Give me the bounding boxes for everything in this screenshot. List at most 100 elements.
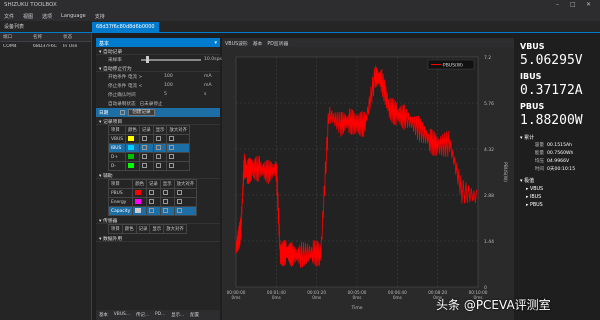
acc-row: 容量 00.1515Ah xyxy=(534,142,573,149)
stop-confirm-row: 停止确认时间 5 s xyxy=(108,92,207,98)
section-auto-stop[interactable]: ▾ 自动停止行为 xyxy=(96,64,220,72)
device-list-tab[interactable]: 设备列表 xyxy=(0,23,88,32)
minmax-vbus[interactable]: ▸ VBUS xyxy=(520,187,600,192)
color-swatch[interactable] xyxy=(135,190,142,195)
minmax-pbus[interactable]: ▸ PBUS xyxy=(520,203,600,208)
menu-support[interactable]: 支持 xyxy=(95,13,105,21)
chart-tab-basic[interactable]: 基本 xyxy=(253,40,263,47)
minmax-ibus[interactable]: ▸ IBUS xyxy=(520,195,600,200)
pbus-data-point xyxy=(380,78,382,80)
menu-bar: 文件 视图 选项 Language 支持 xyxy=(0,11,600,21)
color-swatch[interactable] xyxy=(128,163,135,168)
maximize-icon[interactable]: □ xyxy=(570,1,576,8)
bottom-tab-bar: 基本 VBUS... 传记... PD... 显示... 配置 xyxy=(96,310,220,320)
chart-tab-pd[interactable]: PD监听器 xyxy=(267,40,288,47)
bottom-tab-pd[interactable]: PD... xyxy=(155,312,165,318)
section-sensor[interactable]: ▾ 传感器 xyxy=(96,216,220,224)
section-data-export[interactable]: ▾ 数据外用 xyxy=(96,234,220,242)
zoom-checkbox[interactable] xyxy=(169,145,175,150)
col-name[interactable]: 名称 xyxy=(30,34,60,40)
pbus-chart[interactable]: 7.25.764.322.881.44000:00:000ms00:01:400… xyxy=(222,47,514,320)
dropdown-icon[interactable]: ▾ xyxy=(214,40,217,46)
device-port: COM4 xyxy=(3,44,17,49)
log-checkbox[interactable] xyxy=(120,110,126,115)
minmax-section[interactable]: ▾ 极值 xyxy=(520,177,600,184)
display-checkbox[interactable] xyxy=(155,145,161,150)
record-checkbox[interactable] xyxy=(149,190,154,195)
auto-state-value: 已未录停止 xyxy=(139,101,163,107)
zoom-checkbox[interactable] xyxy=(169,136,175,141)
display-checkbox[interactable] xyxy=(162,190,168,195)
bottom-tab-display[interactable]: 显示... xyxy=(171,312,184,318)
device-row[interactable]: COM4 68D37F6C In Use xyxy=(0,42,91,51)
record-row-vbus[interactable]: VBUS xyxy=(107,134,190,144)
menu-file[interactable]: 文件 xyxy=(4,13,14,21)
zoom-checkbox[interactable] xyxy=(176,190,182,195)
y-tick-label: 1.44 xyxy=(484,239,494,245)
accumulate-section[interactable]: ▾ 累计 xyxy=(520,134,600,141)
log-row: 日期 创建记录 xyxy=(96,108,220,117)
record-checkbox[interactable] xyxy=(149,199,154,204)
display-checkbox[interactable] xyxy=(155,163,161,168)
start-condition-input[interactable]: 100 xyxy=(164,74,173,79)
sample-rate-slider[interactable] xyxy=(141,59,201,61)
stop-condition-input[interactable]: 100 xyxy=(164,83,173,88)
section-auto-record[interactable]: ▾ 自动记录 xyxy=(96,47,220,55)
bottom-tab-vbus[interactable]: VBUS... xyxy=(114,312,130,318)
slider-handle[interactable] xyxy=(146,56,149,63)
bottom-tab-basic[interactable]: 基本 xyxy=(99,312,108,318)
aux-row-pbus[interactable]: PBUS xyxy=(107,188,198,198)
pbus-data-point xyxy=(396,113,398,116)
record-row-dminus[interactable]: D- xyxy=(107,161,190,171)
device-list-panel: 端口 名称 状态 COM4 68D37F6C In Use xyxy=(0,33,92,320)
display-checkbox[interactable] xyxy=(162,199,168,204)
pbus-data-point xyxy=(275,168,277,170)
col-port[interactable]: 端口 xyxy=(0,34,30,40)
minimize-icon[interactable]: – xyxy=(556,1,559,8)
color-swatch[interactable] xyxy=(128,136,135,141)
color-swatch[interactable] xyxy=(128,145,135,150)
chart-tab-vbus[interactable]: VBUS波形 xyxy=(225,40,248,47)
pbus-data-point xyxy=(246,171,248,173)
menu-options[interactable]: 选项 xyxy=(42,13,52,21)
record-items-header: 项目 颜色 记录 显示 放大对齐 xyxy=(107,125,190,135)
col-status[interactable]: 状态 xyxy=(60,34,90,40)
zoom-checkbox[interactable] xyxy=(169,163,175,168)
record-checkbox[interactable] xyxy=(141,145,147,150)
display-checkbox[interactable] xyxy=(162,208,168,213)
record-checkbox[interactable] xyxy=(141,154,147,159)
record-row-dplus[interactable]: D+ xyxy=(107,152,190,162)
close-icon[interactable]: ✕ xyxy=(586,1,591,8)
menu-view[interactable]: 视图 xyxy=(23,13,33,21)
x-tick-label: 0ms xyxy=(272,295,281,300)
sensor-table: 项目 颜色 记录 显示 放大对齐 xyxy=(108,224,187,234)
record-checkbox[interactable] xyxy=(141,136,147,141)
color-swatch[interactable] xyxy=(135,208,142,213)
file-tab[interactable]: 68d37f6c80d8d6b0000 xyxy=(92,22,159,33)
menu-language[interactable]: Language xyxy=(61,13,86,21)
bottom-tab-config[interactable]: 配置 xyxy=(190,312,199,318)
color-swatch[interactable] xyxy=(135,199,142,204)
vbus-value: 5.06295V xyxy=(520,53,583,68)
acc-row: 能量 00.7560Wh xyxy=(534,150,574,157)
record-checkbox[interactable] xyxy=(149,208,154,213)
pbus-data-point xyxy=(267,171,269,173)
section-aux[interactable]: ▾ 辅助 xyxy=(96,171,220,179)
record-checkbox[interactable] xyxy=(141,163,147,168)
stop-confirm-input[interactable]: 5 xyxy=(164,92,167,97)
pbus-data-point xyxy=(477,196,479,199)
record-row-ibus[interactable]: IBUS xyxy=(107,143,190,153)
zoom-checkbox[interactable] xyxy=(176,208,182,213)
ibus-value: 0.37172A xyxy=(520,83,583,98)
display-checkbox[interactable] xyxy=(155,154,161,159)
aux-row-energy[interactable]: Energy xyxy=(107,197,198,207)
aux-row-capacity[interactable]: Capacity xyxy=(107,206,198,216)
display-checkbox[interactable] xyxy=(155,136,161,141)
create-log-button[interactable]: 创建记录 xyxy=(128,109,155,116)
bottom-tab-log[interactable]: 传记... xyxy=(136,312,149,318)
color-swatch[interactable] xyxy=(128,154,135,159)
zoom-checkbox[interactable] xyxy=(176,199,182,204)
section-record-items[interactable]: ▾ 记录项目 xyxy=(96,117,220,125)
zoom-checkbox[interactable] xyxy=(169,154,175,159)
legend-label: PBUS(W) xyxy=(443,63,463,69)
